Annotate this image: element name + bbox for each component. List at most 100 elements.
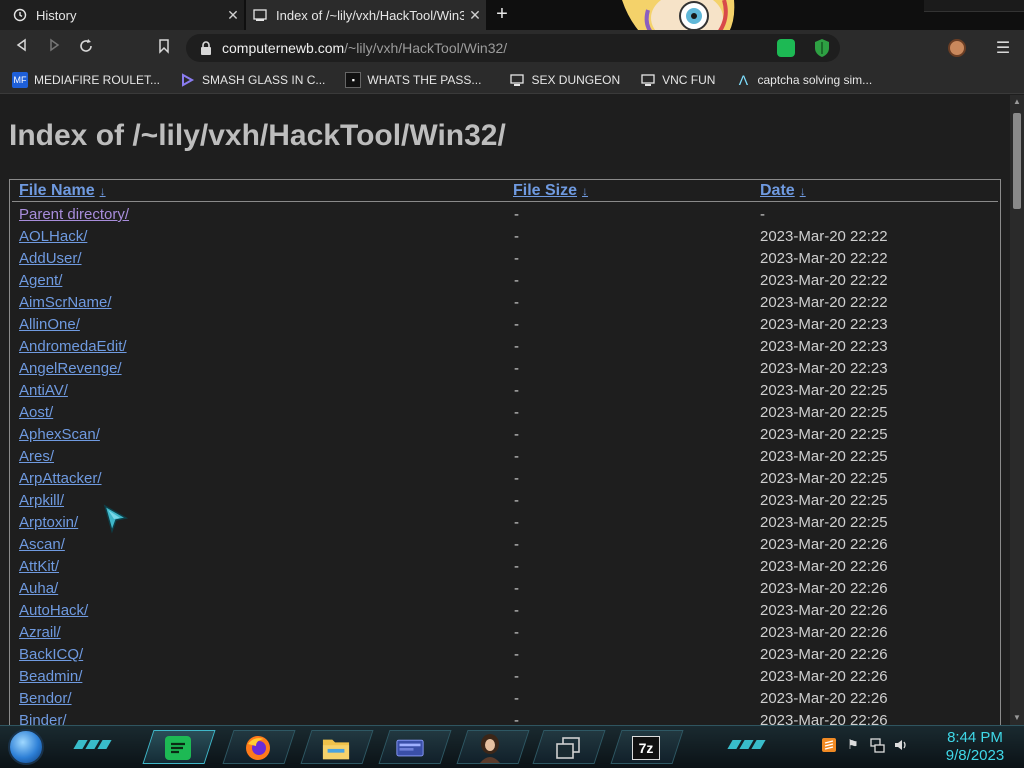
profile-avatar[interactable] xyxy=(948,39,966,57)
directory-link[interactable]: Arpkill/ xyxy=(19,492,64,509)
table-row: Ascan/ - 2023-Mar-20 22:26 xyxy=(10,534,1000,556)
directory-link[interactable]: AddUser/ xyxy=(19,250,82,267)
directory-link[interactable]: Ares/ xyxy=(19,448,54,465)
file-size-cell: - xyxy=(514,646,519,663)
start-button[interactable] xyxy=(8,729,44,765)
directory-link[interactable]: AndromedaEdit/ xyxy=(19,338,127,355)
date-cell: 2023-Mar-20 22:25 xyxy=(760,492,888,509)
network-icon[interactable] xyxy=(868,736,886,754)
tab-index-page[interactable]: Index of /~lily/vxh/HackTool/Win32/ ✕ xyxy=(246,0,486,30)
menu-icon[interactable]: ☰ xyxy=(994,38,1012,58)
reload-icon[interactable] xyxy=(76,38,96,58)
directory-listing-page: Index of /~lily/vxh/HackTool/Win32/ File… xyxy=(0,95,1010,725)
date-cell: 2023-Mar-20 22:26 xyxy=(760,646,888,663)
7zip-label: 7z xyxy=(632,736,660,760)
table-row: AutoHack/ - 2023-Mar-20 22:26 xyxy=(10,600,1000,622)
directory-link[interactable]: AllinOne/ xyxy=(19,316,80,333)
directory-link[interactable]: Bendor/ xyxy=(19,690,72,707)
bookmark-icon[interactable] xyxy=(154,38,174,58)
directory-link[interactable]: AimScrName/ xyxy=(19,294,112,311)
directory-link[interactable]: ArpAttacker/ xyxy=(19,470,102,487)
file-size-cell: - xyxy=(514,624,519,641)
table-row: AntiAV/ - 2023-Mar-20 22:25 xyxy=(10,380,1000,402)
url-path: /~lily/vxh/HackTool/Win32/ xyxy=(344,40,508,56)
date-cell: 2023-Mar-20 22:25 xyxy=(760,404,888,421)
date-cell: 2023-Mar-20 22:26 xyxy=(760,580,888,597)
date-cell: 2023-Mar-20 22:26 xyxy=(760,668,888,685)
directory-link[interactable]: BackICQ/ xyxy=(19,646,83,663)
table-row: AndromedaEdit/ - 2023-Mar-20 22:23 xyxy=(10,336,1000,358)
directory-link[interactable]: Arptoxin/ xyxy=(19,514,78,531)
directory-link[interactable]: AntiAV/ xyxy=(19,382,68,399)
directory-link[interactable]: Agent/ xyxy=(19,272,62,289)
scrollbar-thumb[interactable] xyxy=(1013,113,1021,209)
shield-extension-icon[interactable] xyxy=(813,38,831,58)
visual-studio-icon xyxy=(180,72,196,88)
column-header-file-name[interactable]: File Name ↓ xyxy=(19,182,106,200)
back-icon[interactable] xyxy=(12,38,32,58)
table-row: Aost/ - 2023-Mar-20 22:25 xyxy=(10,402,1000,424)
flag-icon[interactable]: ⚑ xyxy=(844,736,862,754)
taskbar: 7z ⚑ 8:44 PM 9/8/2023 xyxy=(0,725,1024,768)
dark-site-icon: ▪ xyxy=(345,71,362,88)
date-cell: 2023-Mar-20 22:22 xyxy=(760,272,888,289)
bookmark-vnc-fun[interactable]: VNC FUN xyxy=(640,72,715,88)
directory-link[interactable]: AttKit/ xyxy=(19,558,59,575)
close-icon[interactable]: ✕ xyxy=(222,7,244,24)
bookmark-sex-dungeon[interactable]: SEX DUNGEON xyxy=(509,72,620,88)
taskbar-clock[interactable]: 8:44 PM 9/8/2023 xyxy=(930,729,1020,765)
file-size-cell: - xyxy=(514,206,519,223)
file-size-cell: - xyxy=(514,404,519,421)
directory-link[interactable]: Parent directory/ xyxy=(19,206,129,223)
directory-link[interactable]: Beadmin/ xyxy=(19,668,82,685)
file-size-cell: - xyxy=(514,272,519,289)
bookmark-label: VNC FUN xyxy=(662,72,716,87)
tab-title: Index of /~lily/vxh/HackTool/Win32/ xyxy=(276,7,464,23)
file-size-cell: - xyxy=(514,470,519,487)
directory-link[interactable]: AphexScan/ xyxy=(19,426,100,443)
close-icon[interactable]: ✕ xyxy=(464,7,486,24)
date-cell: 2023-Mar-20 22:26 xyxy=(760,690,888,707)
file-size-cell: - xyxy=(514,558,519,575)
bookmark-mediafire[interactable]: MF MEDIAFIRE ROULET... xyxy=(12,71,160,88)
header-label: File Name xyxy=(19,182,95,199)
directory-link[interactable]: AutoHack/ xyxy=(19,602,88,619)
address-bar[interactable]: computernewb.com/~lily/vxh/HackTool/Win3… xyxy=(186,34,840,62)
directory-link[interactable]: Ascan/ xyxy=(19,536,65,553)
sort-arrow-icon: ↓ xyxy=(799,184,806,198)
new-tab-button[interactable]: + xyxy=(491,4,513,26)
table-row: Agent/ - 2023-Mar-20 22:22 xyxy=(10,270,1000,292)
directory-link[interactable]: Azrail/ xyxy=(19,624,61,641)
bookmark-label: SEX DUNGEON xyxy=(531,72,621,87)
spotify-extension-icon[interactable] xyxy=(777,39,795,57)
volume-icon[interactable] xyxy=(892,736,910,754)
table-row: AOLHack/ - 2023-Mar-20 22:22 xyxy=(10,226,1000,248)
computer-icon xyxy=(509,72,525,88)
scroll-up-icon[interactable]: ▲ xyxy=(1010,97,1024,107)
bookmark-captcha[interactable]: Λ captcha solving sim... xyxy=(735,72,872,88)
directory-link[interactable]: Aost/ xyxy=(19,404,53,421)
file-size-cell: - xyxy=(514,580,519,597)
directory-link[interactable]: Binder/ xyxy=(19,712,67,725)
bookmark-smash-glass[interactable]: SMASH GLASS IN C... xyxy=(180,72,325,88)
file-size-cell: - xyxy=(514,382,519,399)
column-header-date[interactable]: Date ↓ xyxy=(760,182,806,200)
forward-icon[interactable] xyxy=(44,38,64,58)
sublime-text-icon[interactable] xyxy=(820,736,838,754)
bookmark-whats-the-pass[interactable]: ▪ WHATS THE PASS... xyxy=(345,71,481,88)
scroll-down-icon[interactable]: ▼ xyxy=(1010,713,1024,723)
bookmark-label: SMASH GLASS IN C... xyxy=(202,72,326,87)
directory-link[interactable]: AngelRevenge/ xyxy=(19,360,122,377)
file-size-cell: - xyxy=(514,492,519,509)
clock-time: 8:44 PM xyxy=(947,729,1003,746)
table-row: ArpAttacker/ - 2023-Mar-20 22:25 xyxy=(10,468,1000,490)
tab-history[interactable]: History ✕ xyxy=(0,0,244,30)
directory-link[interactable]: AOLHack/ xyxy=(19,228,87,245)
table-row: Arptoxin/ - 2023-Mar-20 22:25 xyxy=(10,512,1000,534)
directory-link[interactable]: Auha/ xyxy=(19,580,58,597)
date-cell: 2023-Mar-20 22:22 xyxy=(760,294,888,311)
column-header-file-size[interactable]: File Size ↓ xyxy=(513,182,588,200)
bookmark-label: captcha solving sim... xyxy=(757,72,873,87)
table-row: Binder/ - 2023-Mar-20 22:26 xyxy=(10,710,1000,725)
page-scrollbar[interactable]: ▲ ▼ xyxy=(1010,95,1024,725)
